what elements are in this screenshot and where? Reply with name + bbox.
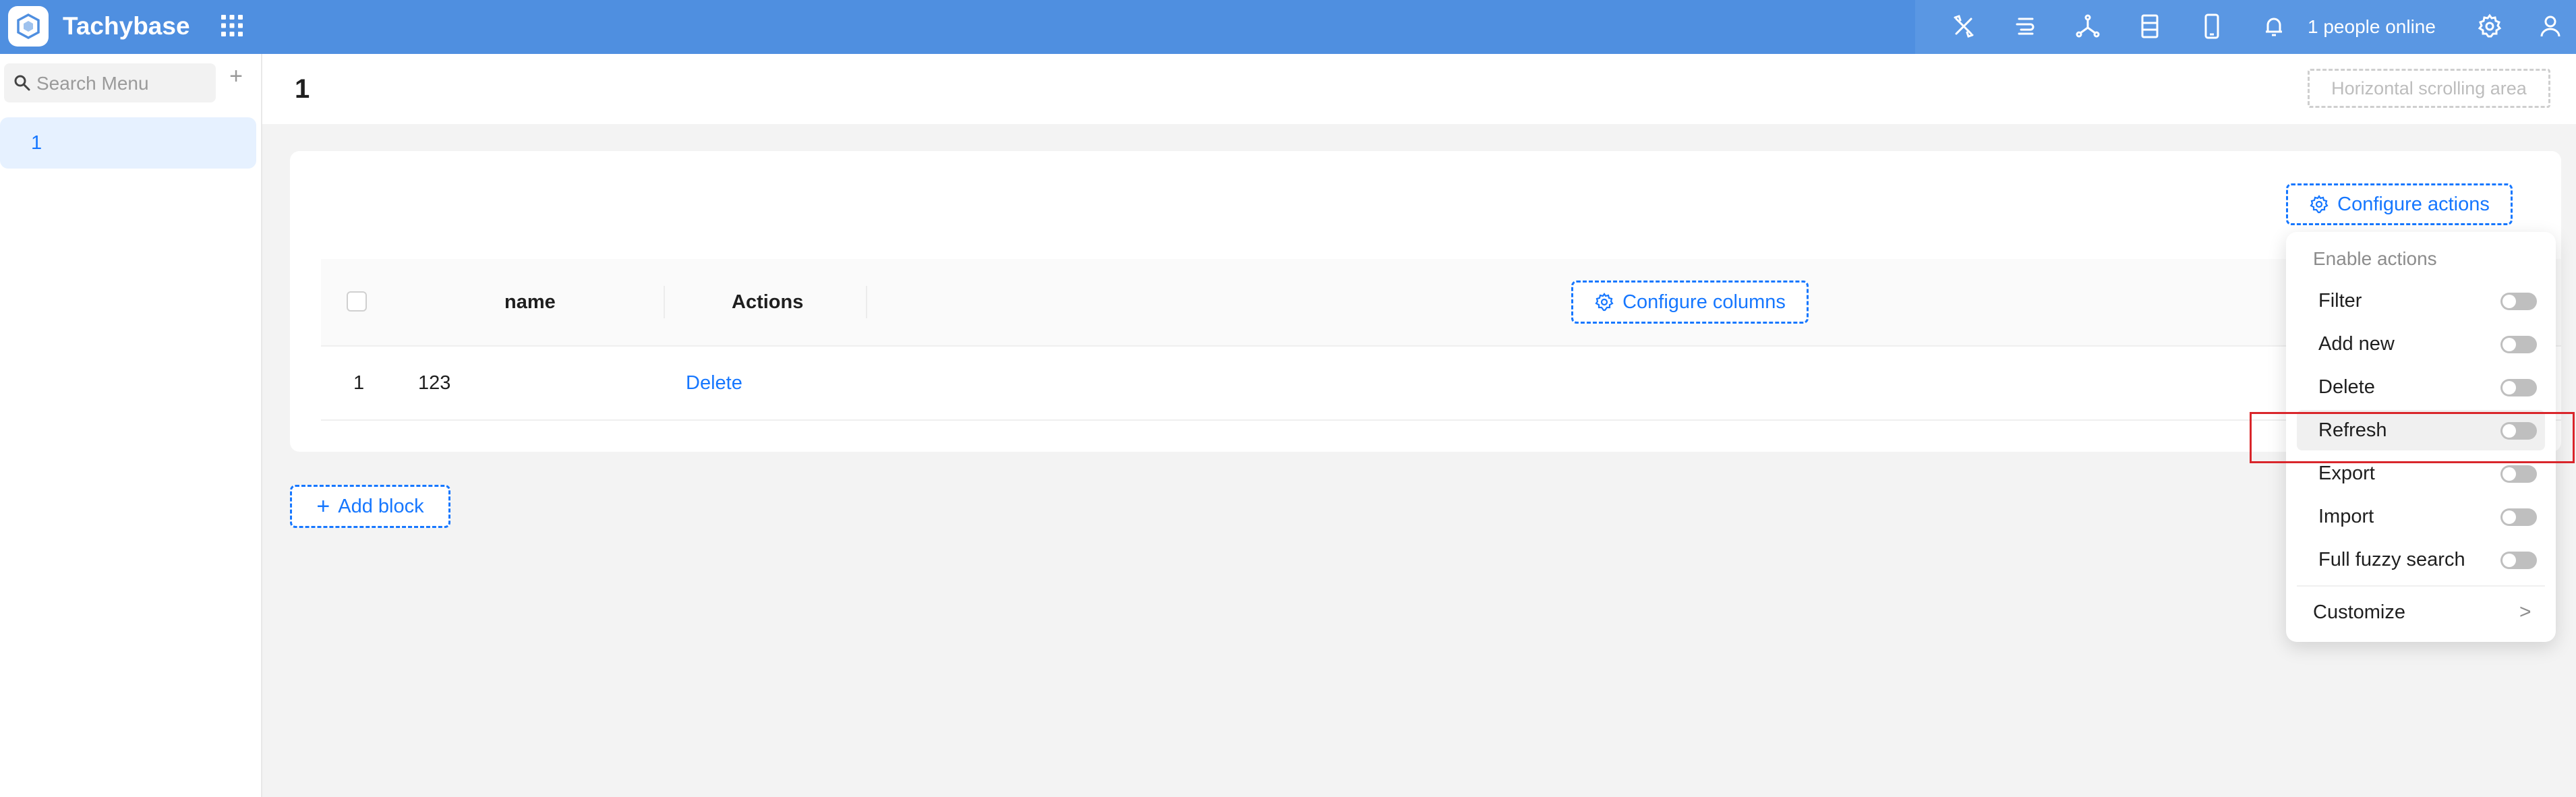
app-brand-name: Tachybase xyxy=(63,12,190,40)
add-new-toggle[interactable] xyxy=(2500,336,2537,353)
sidebar-item-label: 1 xyxy=(31,132,42,154)
column-divider xyxy=(866,286,867,318)
chevron-right-icon: > xyxy=(2519,601,2531,623)
select-all-checkbox[interactable] xyxy=(347,291,367,312)
refresh-highlight-annotation xyxy=(2250,412,2575,463)
online-users-count[interactable]: 1 people online xyxy=(2308,13,2436,40)
full-fuzzy-search-toggle[interactable] xyxy=(2500,552,2537,569)
action-item-add-new[interactable]: Add new xyxy=(2297,324,2545,364)
configure-columns-label: Configure columns xyxy=(1622,291,1786,313)
enable-actions-heading: Enable actions xyxy=(2313,248,2437,269)
tools-icon[interactable] xyxy=(1947,9,1981,43)
filter-toggle[interactable] xyxy=(2500,293,2537,310)
row-index: 1 xyxy=(353,372,365,394)
configure-actions-label: Configure actions xyxy=(2337,193,2490,215)
server-icon[interactable] xyxy=(2009,9,2043,43)
action-label: Add new xyxy=(2318,333,2395,355)
page-title: 1 xyxy=(295,74,310,104)
table-row[interactable]: 1 123 Delete xyxy=(321,345,2561,421)
sidebar-item-1[interactable]: 1 xyxy=(0,117,256,169)
search-placeholder: Search Menu xyxy=(36,73,149,94)
bell-icon[interactable] xyxy=(2257,9,2291,43)
action-item-full-fuzzy-search[interactable]: Full fuzzy search xyxy=(2297,539,2545,580)
plus-icon: + xyxy=(316,494,330,519)
customize-label: Customize xyxy=(2313,601,2405,623)
import-toggle[interactable] xyxy=(2500,508,2537,526)
sidebar: Search Menu + 1 xyxy=(0,54,262,797)
configure-actions-button[interactable]: Configure actions xyxy=(2286,183,2513,225)
search-icon xyxy=(14,75,30,91)
action-item-delete[interactable]: Delete xyxy=(2297,367,2545,407)
configure-columns-button[interactable]: Configure columns xyxy=(1571,281,1809,324)
table-block: Configure actions name Actions Configure… xyxy=(290,151,2561,452)
column-divider xyxy=(664,286,665,318)
user-icon[interactable] xyxy=(2534,9,2567,43)
search-menu-input[interactable]: Search Menu xyxy=(4,63,216,102)
database-icon[interactable] xyxy=(2133,9,2167,43)
add-block-button[interactable]: + Add block xyxy=(290,485,450,528)
mobile-icon[interactable] xyxy=(2195,9,2229,43)
column-header-actions[interactable]: Actions xyxy=(732,289,803,316)
action-label: Filter xyxy=(2318,290,2362,312)
delete-toggle[interactable] xyxy=(2500,379,2537,396)
action-label: Full fuzzy search xyxy=(2318,549,2465,570)
action-label: Export xyxy=(2318,463,2375,484)
add-menu-item-button[interactable]: + xyxy=(225,65,247,88)
action-item-filter[interactable]: Filter xyxy=(2297,281,2545,321)
page-header: 1 Horizontal scrolling area xyxy=(262,54,2576,124)
add-block-label: Add block xyxy=(338,495,424,517)
export-toggle[interactable] xyxy=(2500,465,2537,483)
top-navigation-bar: Tachybase 1 people online xyxy=(0,0,2576,54)
menu-divider xyxy=(2297,585,2545,587)
logo-cube-icon xyxy=(17,13,40,39)
action-label: Import xyxy=(2318,506,2374,527)
topbar-actions: 1 people online xyxy=(1915,0,2576,54)
tachybase-logo[interactable] xyxy=(8,6,49,47)
action-item-import[interactable]: Import xyxy=(2297,496,2545,537)
row-name-cell: 123 xyxy=(418,372,451,394)
table-header-row: name Actions Configure columns xyxy=(321,259,2561,347)
apps-grid-icon[interactable] xyxy=(217,11,247,40)
horizontal-scrolling-area[interactable]: Horizontal scrolling area xyxy=(2308,69,2550,108)
gear-icon xyxy=(1595,293,1614,312)
customize-submenu[interactable]: Customize > xyxy=(2297,592,2545,632)
delete-link[interactable]: Delete xyxy=(686,370,742,396)
workflow-icon[interactable] xyxy=(2071,9,2105,43)
action-label: Delete xyxy=(2318,376,2375,398)
gear-icon xyxy=(2310,195,2329,214)
column-header-name[interactable]: name xyxy=(504,289,556,316)
gear-icon[interactable] xyxy=(2473,9,2507,43)
